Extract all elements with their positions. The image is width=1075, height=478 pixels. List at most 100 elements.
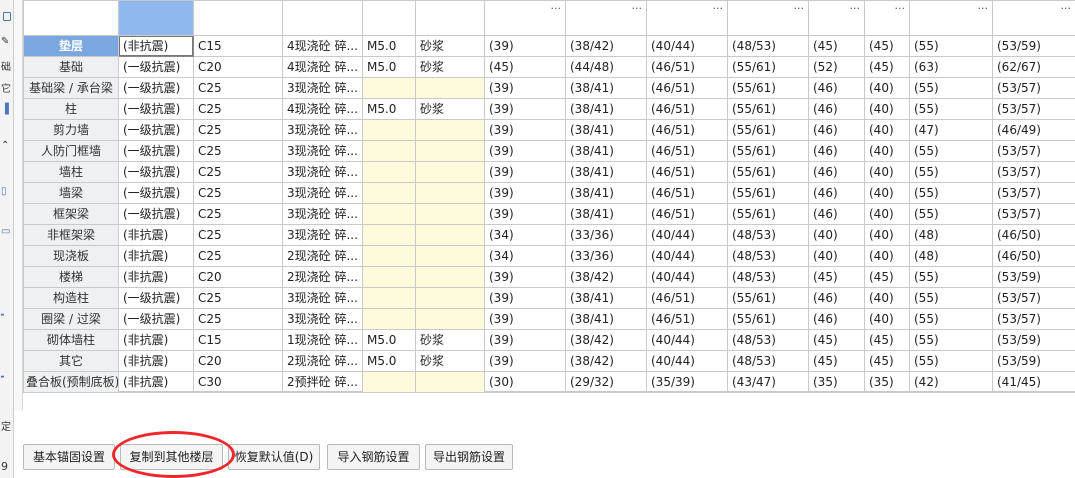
seismic-grade-cell[interactable]: (一级抗震): [118, 287, 194, 309]
anchor-value-cell[interactable]: (30): [484, 371, 566, 393]
anchor-value-cell[interactable]: (62/67): [992, 56, 1075, 78]
seismic-grade-cell[interactable]: (非抗震): [118, 350, 194, 372]
anchor-value-cell[interactable]: (38/42): [565, 35, 647, 57]
anchor-value-cell[interactable]: (46): [808, 140, 865, 162]
seismic-grade-cell[interactable]: (非抗震): [118, 371, 194, 393]
anchor-value-cell[interactable]: (53/57): [992, 161, 1075, 183]
anchor-value-cell[interactable]: (38/42): [565, 266, 647, 288]
anchor-value-cell[interactable]: (55/61): [727, 77, 809, 99]
concrete-grade-cell[interactable]: C25: [193, 77, 283, 99]
anchor-value-cell[interactable]: (46/50): [992, 224, 1075, 246]
mortar-grade-cell[interactable]: M5.0: [362, 98, 416, 120]
row-name-cell[interactable]: 现浇板: [23, 245, 119, 267]
anchor-value-cell[interactable]: (48/53): [727, 245, 809, 267]
anchor-value-cell[interactable]: (38/41): [565, 77, 647, 99]
anchor-value-cell[interactable]: (39): [484, 203, 566, 225]
concrete-grade-cell[interactable]: C25: [193, 182, 283, 204]
anchor-value-cell[interactable]: (40/44): [646, 224, 728, 246]
anchor-value-cell[interactable]: (34): [484, 224, 566, 246]
concrete-type-cell[interactable]: 3现浇砼 碎...: [282, 77, 363, 99]
concrete-type-cell[interactable]: 2预拌砼 碎...: [282, 371, 363, 393]
mortar-grade-cell[interactable]: [362, 119, 416, 141]
anchor-value-cell[interactable]: (40/44): [646, 35, 728, 57]
anchor-value-cell[interactable]: (40): [864, 203, 910, 225]
anchor-value-cell[interactable]: (46/51): [646, 203, 728, 225]
anchor-value-cell[interactable]: (45): [864, 35, 910, 57]
mortar-type-cell[interactable]: [415, 77, 485, 99]
anchor-value-cell[interactable]: (42): [909, 371, 993, 393]
mortar-grade-cell[interactable]: M5.0: [362, 56, 416, 78]
anchor-value-cell[interactable]: (53/57): [992, 77, 1075, 99]
anchor-value-cell[interactable]: (38/42): [565, 329, 647, 351]
bar-icon-2[interactable]: ╸: [1, 372, 7, 384]
row-name-cell[interactable]: 基础梁 / 承台梁: [23, 77, 119, 99]
concrete-type-cell[interactable]: 3现浇砼 碎...: [282, 119, 363, 141]
bar-icon[interactable]: ╸: [1, 310, 7, 322]
panel-icon[interactable]: [3, 12, 11, 21]
seismic-grade-cell[interactable]: (一级抗震): [118, 77, 194, 99]
concrete-grade-cell[interactable]: C15: [193, 329, 283, 351]
anchor-value-cell[interactable]: (40): [864, 287, 910, 309]
concrete-grade-cell[interactable]: C25: [193, 245, 283, 267]
anchor-value-cell[interactable]: (55): [909, 98, 993, 120]
anchor-value-cell[interactable]: (46/49): [992, 119, 1075, 141]
row-name-cell[interactable]: 垫层: [23, 35, 119, 57]
concrete-grade-cell[interactable]: C25: [193, 224, 283, 246]
mortar-grade-cell[interactable]: [362, 203, 416, 225]
anchor-value-cell[interactable]: (55/61): [727, 140, 809, 162]
anchor-value-cell[interactable]: (38/41): [565, 140, 647, 162]
anchor-value-cell[interactable]: (46/51): [646, 77, 728, 99]
anchor-value-cell[interactable]: (48): [909, 245, 993, 267]
anchor-value-cell[interactable]: (53/59): [992, 266, 1075, 288]
frame-icon[interactable]: ▭: [1, 226, 10, 238]
anchor-value-cell[interactable]: (40): [864, 224, 910, 246]
anchor-value-cell[interactable]: (55/61): [727, 161, 809, 183]
seismic-grade-cell[interactable]: (一级抗震): [118, 203, 194, 225]
anchor-value-cell[interactable]: (46/51): [646, 119, 728, 141]
anchor-value-cell[interactable]: (48/53): [727, 350, 809, 372]
concrete-type-cell[interactable]: 3现浇砼 碎...: [282, 308, 363, 330]
anchor-value-cell[interactable]: (40/44): [646, 245, 728, 267]
concrete-grade-cell[interactable]: C20: [193, 266, 283, 288]
anchor-value-cell[interactable]: (46/51): [646, 161, 728, 183]
anchor-value-cell[interactable]: (40/44): [646, 266, 728, 288]
anchor-value-cell[interactable]: (38/41): [565, 308, 647, 330]
anchor-value-cell[interactable]: (39): [484, 140, 566, 162]
anchor-value-cell[interactable]: (40): [864, 245, 910, 267]
anchor-value-cell[interactable]: (55): [909, 308, 993, 330]
seismic-grade-cell[interactable]: (非抗震): [118, 329, 194, 351]
row-name-cell[interactable]: 砌体墙柱: [23, 329, 119, 351]
seismic-grade-cell[interactable]: (一级抗震): [118, 161, 194, 183]
marker-icon[interactable]: ▐: [1, 104, 9, 116]
row-name-cell[interactable]: 柱: [23, 98, 119, 120]
mortar-grade-cell[interactable]: [362, 224, 416, 246]
anchor-value-cell[interactable]: (40): [864, 119, 910, 141]
concrete-grade-cell[interactable]: C30: [193, 371, 283, 393]
concrete-type-cell[interactable]: 4现浇砼 碎...: [282, 56, 363, 78]
anchor-value-cell[interactable]: (55): [909, 35, 993, 57]
mortar-grade-cell[interactable]: [362, 308, 416, 330]
anchor-value-cell[interactable]: (40): [808, 245, 865, 267]
concrete-grade-cell[interactable]: C25: [193, 161, 283, 183]
row-name-cell[interactable]: 叠合板(预制底板): [23, 371, 119, 393]
concrete-grade-cell[interactable]: C25: [193, 140, 283, 162]
anchor-value-cell[interactable]: (29/32): [565, 371, 647, 393]
anchor-value-cell[interactable]: (45): [808, 266, 865, 288]
anchor-value-cell[interactable]: (40): [864, 140, 910, 162]
anchor-value-cell[interactable]: (45): [864, 329, 910, 351]
concrete-type-cell[interactable]: 4现浇砼 碎...: [282, 98, 363, 120]
mortar-type-cell[interactable]: 砂浆: [415, 56, 485, 78]
concrete-grade-cell[interactable]: C25: [193, 203, 283, 225]
export-rebar-settings-button[interactable]: 导出钢筋设置: [425, 444, 513, 470]
concrete-grade-cell[interactable]: C25: [193, 287, 283, 309]
anchor-value-cell[interactable]: (55/61): [727, 98, 809, 120]
anchor-value-cell[interactable]: (45): [864, 266, 910, 288]
anchor-value-cell[interactable]: (46): [808, 287, 865, 309]
anchor-value-cell[interactable]: (46): [808, 77, 865, 99]
anchor-value-cell[interactable]: (46): [808, 161, 865, 183]
anchor-value-cell[interactable]: (53/59): [992, 35, 1075, 57]
anchor-value-cell[interactable]: (48/53): [727, 35, 809, 57]
anchor-value-cell[interactable]: (38/41): [565, 98, 647, 120]
anchor-value-cell[interactable]: (40): [808, 224, 865, 246]
seismic-grade-cell[interactable]: (一级抗震): [118, 56, 194, 78]
